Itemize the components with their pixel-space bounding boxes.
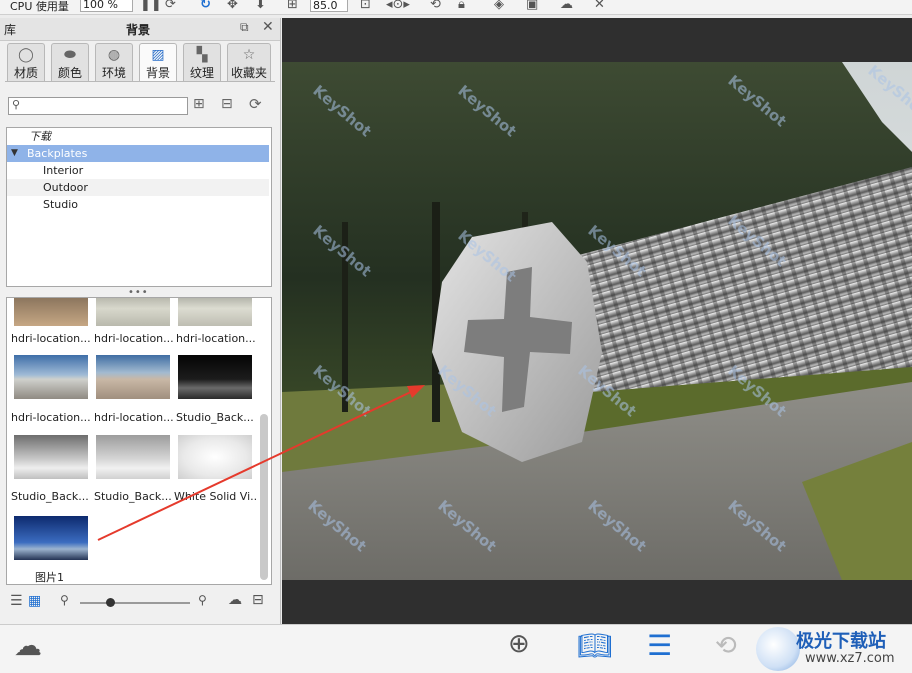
panel-bottom-tools: ☰ ▦ ⚲ ⚲ ☁ ⊟ — [0, 589, 280, 619]
thumbnail-image[interactable] — [14, 435, 88, 479]
search-input[interactable]: ⚲ — [8, 97, 188, 115]
cpu-usage-select[interactable]: 100 % — [80, 0, 133, 12]
thumbnail-label: Studio_Back... — [11, 490, 89, 503]
tree-item-download[interactable]: 下载 — [7, 128, 269, 145]
tab-label: 颜色 — [57, 66, 82, 80]
chevron-down-icon[interactable]: ▼ — [11, 145, 18, 162]
brand-logo — [756, 627, 800, 671]
tab-label: 材质 — [13, 66, 38, 80]
thumbnail-label: hdri-location... — [11, 332, 91, 345]
thumbnail-label: 图片1 — [35, 571, 64, 584]
cloud-upload-icon[interactable]: ☁ — [228, 592, 242, 608]
tab-material[interactable]: ◯ 材质 — [7, 43, 45, 82]
library-icon[interactable]: 📖︎ — [577, 631, 613, 661]
background-icon: ▨ — [151, 47, 165, 63]
window-icon[interactable]: ▣ — [526, 0, 538, 13]
thumbnail-image[interactable] — [14, 298, 88, 326]
thumbnail-label: hdri-location... — [94, 411, 174, 424]
thumbnail-grid: hdri-location... hdri-location... hdri-l… — [6, 297, 272, 585]
render-viewport[interactable]: KeyShot KeyShot KeyShot KeyShot KeyShot … — [282, 18, 912, 624]
cloud-icon[interactable]: ☁ — [560, 0, 573, 13]
list-view-icon[interactable]: ☰ — [10, 593, 23, 609]
refresh-icon[interactable]: ⟳ — [249, 95, 262, 113]
close-icon[interactable]: ✕ — [262, 19, 274, 35]
thumbnail-image[interactable] — [96, 355, 170, 399]
favorites-icon: ☆ — [242, 47, 256, 63]
tree-item-backplates[interactable]: ▼ Backplates — [7, 145, 269, 162]
search-icon: ⚲ — [12, 98, 21, 111]
thumbnail-label: hdri-location... — [176, 332, 256, 345]
cpu-usage-label: CPU 使用量 — [10, 0, 69, 13]
brand-url: www.xz7.com — [805, 651, 895, 666]
zoom-out-icon[interactable]: ⚲ — [60, 593, 69, 607]
grid-icon[interactable]: ⊞ — [287, 0, 298, 13]
folder-import-icon[interactable]: ⊟ — [252, 592, 264, 608]
cloud-icon[interactable]: ☁ — [14, 631, 42, 661]
thumbnail-label: hdri-location... — [11, 411, 91, 424]
rotate-icon[interactable]: ⟲ — [430, 0, 441, 13]
tab-label: 环境 — [101, 66, 126, 80]
tab-color[interactable]: ⬬ 颜色 — [51, 43, 89, 82]
undock-icon[interactable]: ⧉ — [240, 20, 249, 35]
tab-texture[interactable]: ▚ 纹理 — [183, 43, 221, 82]
panel-title-left: 库 — [4, 23, 17, 37]
pause-icon[interactable]: ❚❚ — [140, 0, 162, 13]
tab-environment[interactable]: ◍ 环境 — [95, 43, 133, 82]
thumbnail-image[interactable] — [178, 298, 252, 326]
thumbnail-scrollbar[interactable] — [260, 414, 268, 580]
shield-icon[interactable]: ◈ — [494, 0, 504, 13]
thumbnail-size-slider[interactable] — [80, 602, 190, 604]
library-panel: 库 背景 ⧉ ✕ ◯ 材质 ⬬ 颜色 ◍ 环境 ▨ 背景 ▚ 纹理 ☆ 收藏夹 … — [0, 18, 281, 624]
lock-icon[interactable]: 🔒︎ — [458, 0, 465, 13]
color-icon: ⬬ — [64, 47, 76, 63]
brand-name: 极光下载站 — [796, 631, 886, 652]
zoom-region-icon[interactable]: ⊡ — [360, 0, 371, 13]
tab-favorites[interactable]: ☆ 收藏夹 — [227, 43, 271, 82]
reload-icon[interactable]: ↻ — [200, 0, 211, 13]
thumbnail-image[interactable] — [178, 435, 252, 479]
grid-view-icon[interactable]: ▦ — [28, 593, 41, 609]
import-folder-icon[interactable]: ⊟ — [221, 96, 233, 112]
folder-tree: 下载 ▼ Backplates Interior Outdoor Studio — [6, 127, 272, 287]
tab-background[interactable]: ▨ 背景 — [139, 43, 177, 82]
panel-title: 背景 — [126, 23, 151, 37]
zoom-input[interactable]: 85.0 — [310, 0, 348, 12]
material-icon: ◯ — [18, 47, 34, 63]
panel-title-bar: 库 背景 ⧉ ✕ — [0, 18, 280, 41]
import-icon[interactable]: ⬇ — [255, 0, 266, 13]
refresh-region-icon[interactable]: ⟳ — [165, 0, 176, 13]
tab-divider — [5, 81, 275, 82]
fit-icon[interactable]: ✥ — [227, 0, 238, 13]
animation-icon[interactable]: ⟲ — [715, 631, 737, 661]
thumbnail-image[interactable] — [14, 355, 88, 399]
camera-icon[interactable]: ◂⊙▸ — [386, 0, 410, 13]
thumbnail-label: Studio_Back... — [176, 411, 254, 424]
tree-item-studio[interactable]: Studio — [7, 196, 269, 213]
thumbnail-label: White Solid Vi... — [174, 490, 256, 503]
environment-icon: ◍ — [107, 47, 121, 63]
tree-item-label: Backplates — [27, 147, 88, 160]
thumbnail-image[interactable] — [96, 435, 170, 479]
tools-icon[interactable]: ✕ — [594, 0, 605, 13]
texture-icon: ▚ — [196, 47, 208, 63]
slider-handle[interactable] — [106, 598, 115, 607]
thumbnail-label: Studio_Back... — [94, 490, 172, 503]
zoom-in-icon[interactable]: ⚲ — [198, 593, 207, 607]
project-icon[interactable]: ☰ — [647, 631, 672, 661]
tree-item-outdoor[interactable]: Outdoor — [7, 179, 269, 196]
thumbnail-image[interactable] — [178, 355, 252, 399]
tree-item-interior[interactable]: Interior — [7, 162, 269, 179]
thumbnail-image[interactable] — [96, 298, 170, 326]
tab-label: 收藏夹 — [230, 66, 267, 80]
import-icon[interactable]: ⊕ — [508, 629, 530, 659]
add-folder-icon[interactable]: ⊞ — [193, 96, 205, 112]
thumbnail-label: hdri-location... — [94, 332, 174, 345]
tab-label: 背景 — [145, 66, 170, 80]
bottom-bar: ☁ ⊕ 📖︎ ☰ ⟲ 极光下载站 www.xz7.com — [0, 624, 912, 673]
tab-label: 纹理 — [189, 66, 214, 80]
thumbnail-image[interactable] — [14, 516, 88, 560]
render-image[interactable]: KeyShot KeyShot KeyShot KeyShot KeyShot … — [282, 62, 912, 580]
top-toolbar: CPU 使用量 100 % ❚❚ ⟳ ↻ ✥ ⬇ ⊞ 85.0 ⊡ ◂⊙▸ ⟲ … — [0, 0, 912, 15]
